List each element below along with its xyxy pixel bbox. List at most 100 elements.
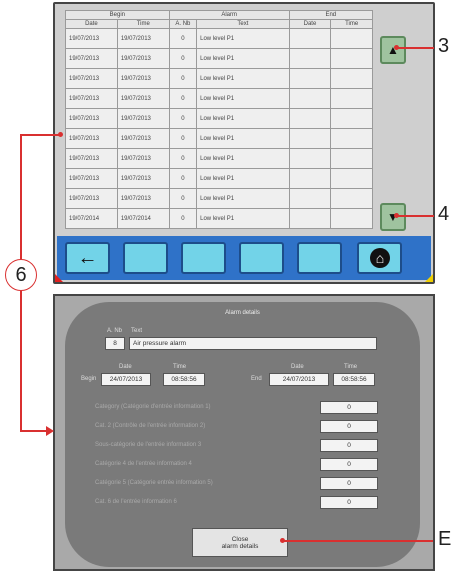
function-button-3[interactable]: [239, 242, 284, 274]
begin-time-label: Time: [173, 364, 187, 370]
begin-date-field: 24/07/2013: [101, 373, 151, 386]
alarm-row[interactable]: 19/07/2013 19/07/2013 0 Low level P1: [65, 188, 373, 209]
cell-begin-time: 19/07/2013: [116, 88, 170, 109]
end-time-field: 08:58:56: [333, 373, 375, 386]
callout-6-arrow: [46, 426, 54, 436]
cell-alarm-number: 0: [168, 88, 198, 109]
column-begin-date: Date: [65, 19, 118, 29]
callout-6-line-lower: [20, 291, 22, 431]
callout-6-line-top: [20, 134, 60, 136]
alarm-row[interactable]: 19/07/2013 19/07/2013 0 Low level P1: [65, 48, 373, 69]
info-value-field: 0: [320, 420, 378, 433]
cell-alarm-number: 0: [168, 48, 198, 69]
cell-alarm-text: Low level P1: [196, 108, 290, 129]
cell-begin-date: 19/07/2013: [65, 108, 118, 129]
cell-begin-date: 19/07/2013: [65, 188, 118, 209]
alarm-row[interactable]: 19/07/2014 19/07/2014 0 Low level P1: [65, 208, 373, 229]
alarm-row[interactable]: 19/07/2013 19/07/2013 0 Low level P1: [65, 68, 373, 89]
function-button-2[interactable]: [181, 242, 226, 274]
column-group-end: End: [288, 10, 374, 20]
cell-alarm-text: Low level P1: [196, 48, 290, 69]
callout-3-line: [397, 47, 434, 49]
cell-alarm-text: Low level P1: [196, 88, 290, 109]
cell-end-time: [330, 48, 373, 69]
function-button-1[interactable]: [123, 242, 168, 274]
column-group-alarm: Alarm: [168, 10, 290, 20]
cell-begin-date: 19/07/2013: [65, 88, 118, 109]
alarm-row[interactable]: 19/07/2013 19/07/2013 0 Low level P1: [65, 168, 373, 189]
cell-end-date: [288, 208, 332, 229]
cell-end-date: [288, 168, 332, 189]
alarm-details-dialog: Alarm details A. Nb Text 8 Air pressure …: [65, 302, 420, 567]
info-label: Category (Catégorie d'entrée information…: [95, 404, 211, 410]
column-begin-time: Time: [116, 19, 170, 29]
info-label: Catégorie 5 (Catégorie entrée informatio…: [95, 480, 213, 486]
alarm-text-field: Air pressure alarm: [129, 337, 377, 350]
cell-alarm-text: Low level P1: [196, 148, 290, 169]
cell-alarm-text: Low level P1: [196, 68, 290, 89]
callout-6-line-bottom: [20, 430, 48, 432]
callout-6-dot: [58, 132, 63, 137]
alarm-row[interactable]: 19/07/2013 19/07/2013 0 Low level P1: [65, 28, 373, 49]
cell-begin-date: 19/07/2013: [65, 148, 118, 169]
back-button[interactable]: ←: [65, 242, 110, 274]
scroll-down-button[interactable]: ▼: [380, 203, 406, 231]
scroll-up-button[interactable]: ▲: [380, 36, 406, 64]
close-alarm-details-button[interactable]: Close alarm details: [192, 528, 288, 557]
dialog-title: Alarm details: [225, 310, 260, 316]
alarm-details-screen: Alarm details A. Nb Text 8 Air pressure …: [53, 294, 435, 571]
cell-alarm-number: 0: [168, 68, 198, 89]
info-value-field: 0: [320, 401, 378, 414]
callout-6-circle: 6: [5, 259, 37, 291]
cell-begin-date: 19/07/2013: [65, 168, 118, 189]
function-button-4[interactable]: [297, 242, 342, 274]
cell-begin-date: 19/07/2014: [65, 208, 118, 229]
callout-e-dot: [280, 538, 285, 543]
cell-begin-time: 19/07/2013: [116, 188, 170, 209]
alarm-table: Begin Alarm End Date Time A. Nb Text Dat…: [65, 10, 374, 229]
cell-end-date: [288, 68, 332, 89]
cell-end-time: [330, 148, 373, 169]
begin-time-field: 08:58:56: [163, 373, 205, 386]
info-label: Cat. 6 de l'entrée information 6: [95, 499, 177, 505]
cell-begin-time: 19/07/2013: [116, 108, 170, 129]
callout-3-dot: [394, 45, 399, 50]
cell-end-date: [288, 48, 332, 69]
alarm-row[interactable]: 19/07/2013 19/07/2013 0 Low level P1: [65, 148, 373, 169]
info-label: Sous-catégorie de l'entrée information 3: [95, 442, 202, 448]
cell-begin-date: 19/07/2013: [65, 28, 118, 49]
alarm-row[interactable]: 19/07/2013 19/07/2013 0 Low level P1: [65, 88, 373, 109]
callout-6-number: 6: [15, 263, 27, 286]
cell-alarm-text: Low level P1: [196, 28, 290, 49]
cell-begin-time: 19/07/2013: [116, 148, 170, 169]
cell-end-time: [330, 28, 373, 49]
column-end-time: Time: [330, 19, 373, 29]
cell-alarm-number: 0: [168, 188, 198, 209]
status-corner-red: [55, 274, 63, 282]
begin-label: Begin: [81, 376, 97, 382]
cell-alarm-text: Low level P1: [196, 208, 290, 229]
callout-6-line-upper: [20, 135, 22, 259]
alarm-row[interactable]: 19/07/2013 19/07/2013 0 Low level P1: [65, 108, 373, 129]
home-icon: ⌂: [370, 248, 390, 268]
cell-alarm-text: Low level P1: [196, 168, 290, 189]
cell-end-time: [330, 188, 373, 209]
column-end-date: Date: [288, 19, 332, 29]
alarm-number-label: A. Nb: [107, 328, 123, 334]
cell-begin-time: 19/07/2014: [116, 208, 170, 229]
begin-date-label: Date: [119, 364, 132, 370]
cell-alarm-number: 0: [168, 168, 198, 189]
cell-end-date: [288, 188, 332, 209]
alarm-number-field: 8: [105, 337, 125, 350]
cell-begin-date: 19/07/2013: [65, 68, 118, 89]
callout-3-number: 3: [438, 35, 450, 57]
alarm-row[interactable]: 19/07/2013 19/07/2013 0 Low level P1: [65, 128, 373, 149]
cell-end-time: [330, 88, 373, 109]
callout-4-number: 4: [438, 203, 450, 225]
cell-begin-date: 19/07/2013: [65, 128, 118, 149]
cell-alarm-number: 0: [168, 108, 198, 129]
callout-e-letter: E: [438, 528, 452, 550]
info-value-field: 0: [320, 458, 378, 471]
info-label: Cat. 2 (Contrôle de l'entrée information…: [95, 423, 206, 429]
home-button[interactable]: ⌂: [357, 242, 402, 274]
